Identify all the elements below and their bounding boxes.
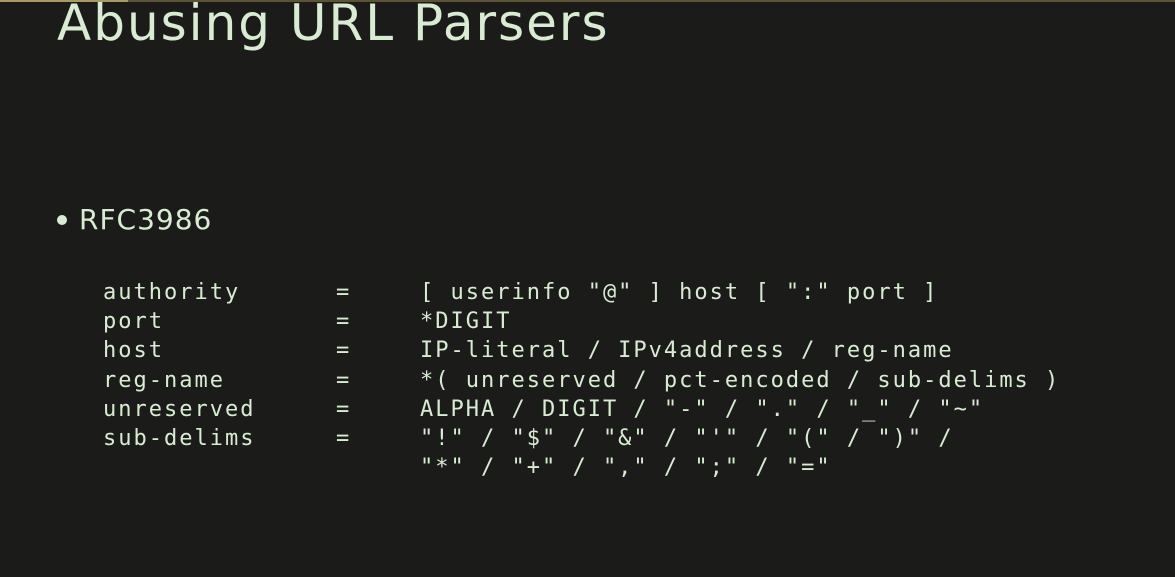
slide-title: Abusing URL Parsers <box>57 0 610 52</box>
rule-definition: [ userinfo "@" ] host [ ":" port ] <box>420 280 939 305</box>
rule-equals: = <box>336 396 352 422</box>
rule-equals: = <box>336 309 352 335</box>
rule-equals: = <box>336 338 352 364</box>
rule-name: unreserved <box>103 396 256 422</box>
bullet-item: RFC3986 <box>57 201 212 237</box>
rule-definition: "*" / "+" / "," / ";" / "=" <box>420 455 832 481</box>
rule-name: port <box>103 309 164 335</box>
rule-definition: ALPHA / DIGIT / "-" / "." / "_" / "~" <box>420 396 985 422</box>
bullet-text: RFC3986 <box>79 202 213 236</box>
abnf-grammar-block: authority = [ userinfo "@" ] host [ ":" … <box>103 278 1060 482</box>
rule-definition: "!" / "$" / "&" / "'" / "(" / ")" / <box>420 425 954 451</box>
slide: Abusing URL Parsers RFC3986 authority = … <box>0 0 1175 577</box>
rule-equals: = <box>336 425 352 451</box>
grammar-rule: unreserved = ALPHA / DIGIT / "-" / "." /… <box>103 395 1060 424</box>
rule-name: host <box>103 338 164 364</box>
rule-equals: = <box>336 367 352 393</box>
grammar-rule: sub-delims = "!" / "$" / "&" / "'" / "("… <box>103 424 1060 453</box>
rule-name: reg-name <box>103 367 225 393</box>
bullet-dot-icon <box>57 215 67 225</box>
grammar-rule: reg-name = *( unreserved / pct-encoded /… <box>103 366 1060 395</box>
rule-equals: = <box>336 280 352 305</box>
grammar-rule: host = IP-literal / IPv4address / reg-na… <box>103 336 1060 365</box>
rule-name: sub-delims <box>103 425 256 451</box>
rule-equals <box>336 453 420 482</box>
rule-name: authority <box>103 280 241 305</box>
rule-name <box>103 453 336 482</box>
rule-definition: IP-literal / IPv4address / reg-name <box>420 338 954 364</box>
rule-definition: *DIGIT <box>420 309 512 335</box>
grammar-rule: authority = [ userinfo "@" ] host [ ":" … <box>103 278 1060 307</box>
grammar-rule: port = *DIGIT <box>103 307 1060 336</box>
rule-definition: *( unreserved / pct-encoded / sub-delims… <box>420 367 1061 393</box>
grammar-rule-continuation: "*" / "+" / "," / ";" / "=" <box>103 453 1060 482</box>
